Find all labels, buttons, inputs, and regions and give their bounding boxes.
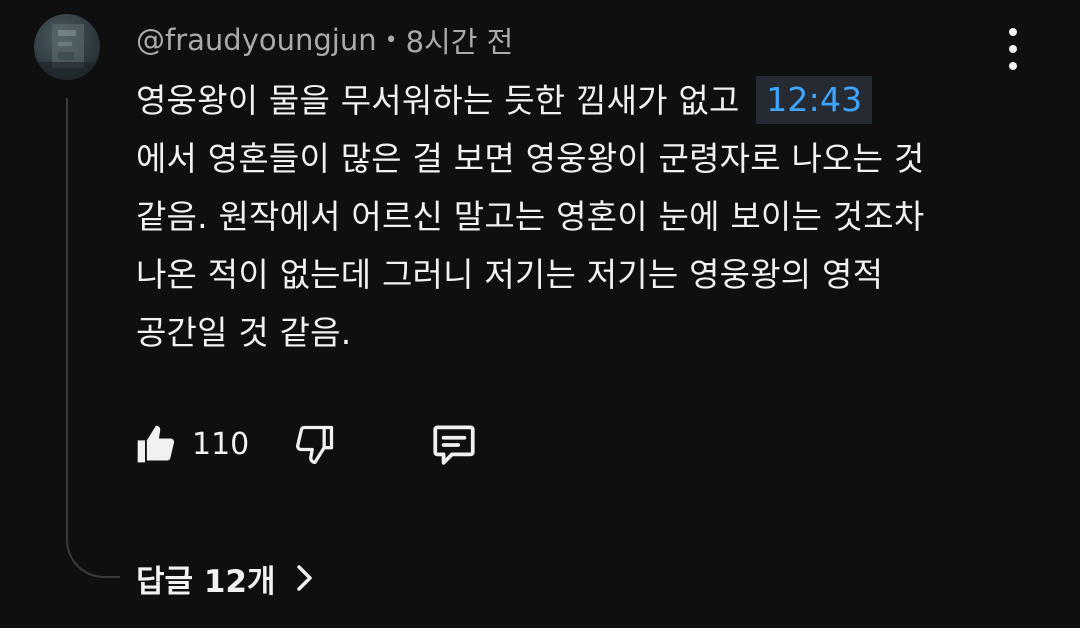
thread-connector-line bbox=[66, 98, 120, 578]
comment-thread: @fraudyoungjun • 8시간 전 영웅왕이 물을 무서워하는 듯한 … bbox=[0, 0, 1080, 628]
more-vert-icon[interactable] bbox=[996, 28, 1030, 70]
header-separator: • bbox=[384, 27, 398, 53]
more-dot bbox=[1009, 62, 1017, 70]
comment-line: 에서 영혼들이 많은 걸 보면 영웅왕이 군령자로 나오는 것 bbox=[136, 139, 925, 178]
replies-label: 답글 12개 bbox=[136, 563, 276, 600]
timestamp-link[interactable]: 12:43 bbox=[756, 75, 873, 124]
comment-header: @fraudyoungjun • 8시간 전 bbox=[136, 20, 513, 60]
comment-icon[interactable] bbox=[429, 419, 479, 469]
comment-actions: 110 bbox=[134, 418, 479, 470]
comment-line: 공간일 것 같음. bbox=[136, 313, 352, 352]
comment-line: 영웅왕이 물을 무서워하는 듯한 낌새가 없고 12:43 bbox=[136, 72, 1036, 130]
view-replies-button[interactable]: 답글 12개 bbox=[136, 556, 316, 600]
comment-body: 영웅왕이 물을 무서워하는 듯한 낌새가 없고 12:43 에서 영혼들이 많은… bbox=[136, 72, 1036, 362]
avatar[interactable] bbox=[34, 14, 100, 80]
avatar-image bbox=[34, 24, 100, 80]
comment-line-text: 영웅왕이 물을 무서워하는 듯한 낌새가 없고 bbox=[136, 81, 740, 120]
more-dot bbox=[1009, 45, 1017, 53]
comment-line: 나온 적이 없는데 그러니 저기는 저기는 영웅왕의 영적 bbox=[136, 255, 884, 294]
like-count: 110 bbox=[192, 426, 250, 462]
comment-line: 같음. 원작에서 어르신 말고는 영혼이 눈에 보이는 것조차 bbox=[136, 197, 925, 236]
chevron-right-icon bbox=[294, 563, 316, 593]
thumbs-up-icon[interactable] bbox=[134, 422, 178, 466]
comment-time: 8시간 전 bbox=[405, 25, 514, 59]
thumbs-down-icon[interactable] bbox=[293, 422, 337, 466]
author-handle[interactable]: @fraudyoungjun bbox=[136, 23, 377, 57]
more-dot bbox=[1009, 28, 1017, 36]
